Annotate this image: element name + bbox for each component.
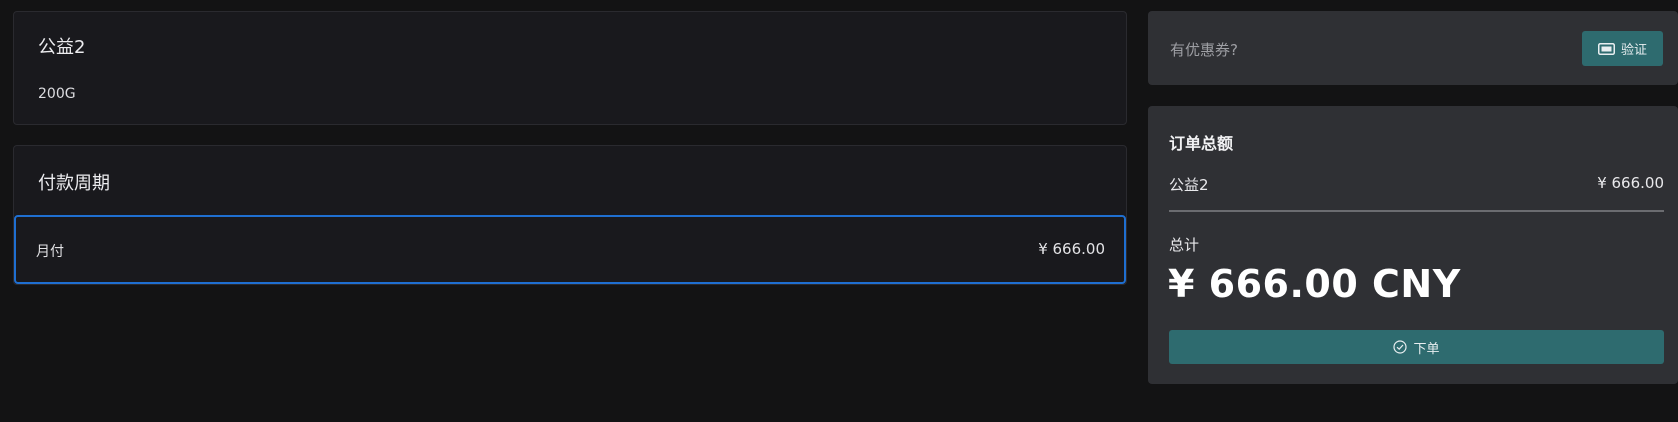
summary-item-name: 公益2 bbox=[1169, 176, 1209, 194]
place-order-label: 下单 bbox=[1413, 341, 1440, 357]
order-summary-title: 订单总额 bbox=[1169, 134, 1234, 153]
check-circle-icon bbox=[1393, 340, 1408, 354]
checkout-page: 公益2 200G 付款周期 月付 ¥ 666.00 有优惠券? 验证 订单总额 … bbox=[0, 0, 1678, 422]
coupon-prompt: 有优惠券? bbox=[1170, 41, 1238, 59]
billing-option-price: ¥ 666.00 bbox=[1038, 240, 1105, 258]
order-summary-panel: 订单总额 公益2 ¥ 666.00 总计 ¥ 666.00 CNY 下单 bbox=[1148, 106, 1678, 384]
product-description: 200G bbox=[38, 86, 76, 102]
billing-option-label: 月付 bbox=[36, 244, 64, 260]
ticket-icon bbox=[1597, 42, 1615, 55]
verify-coupon-button[interactable]: 验证 bbox=[1582, 31, 1663, 66]
product-name: 公益2 bbox=[38, 37, 86, 58]
coupon-panel: 有优惠券? 验证 bbox=[1148, 11, 1678, 85]
summary-divider bbox=[1169, 210, 1664, 212]
total-amount: ¥ 666.00 CNY bbox=[1168, 262, 1461, 306]
billing-cycle-title: 付款周期 bbox=[38, 173, 110, 194]
summary-item-price: ¥ 666.00 bbox=[1597, 174, 1664, 192]
place-order-button[interactable]: 下单 bbox=[1169, 330, 1664, 364]
product-card: 公益2 200G bbox=[13, 11, 1127, 125]
billing-option-monthly[interactable]: 月付 ¥ 666.00 bbox=[14, 215, 1126, 284]
verify-button-label: 验证 bbox=[1620, 43, 1647, 58]
billing-cycle-card: 付款周期 月付 ¥ 666.00 bbox=[13, 145, 1127, 285]
total-label: 总计 bbox=[1169, 236, 1200, 254]
